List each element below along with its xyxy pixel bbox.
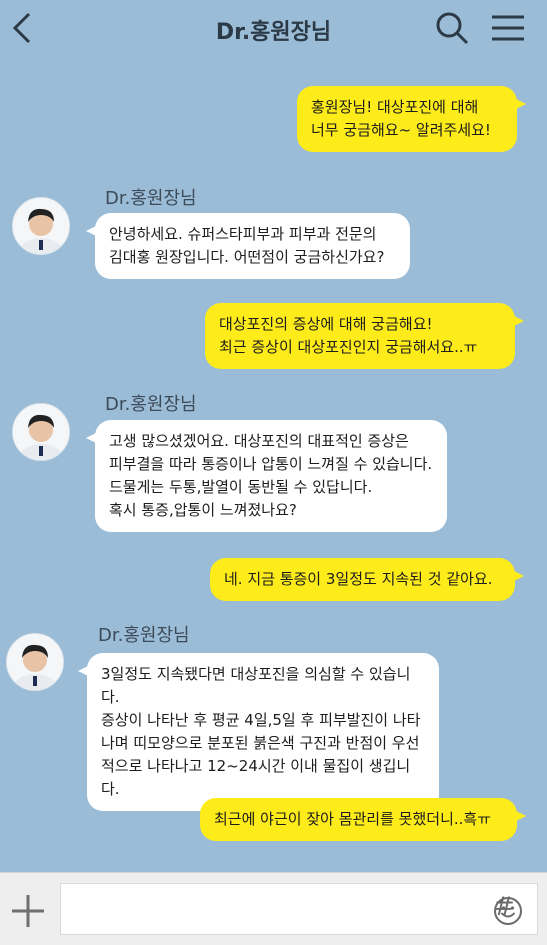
- avatar[interactable]: [6, 633, 64, 691]
- my-message: 홍원장님! 대상포진에 대해 너무 궁금해요~ 알려주세요!: [297, 86, 526, 152]
- doctor-message: 고생 많으셨겠어요. 대상포진의 대표적인 증상은 피부결을 따라 통증이나 압…: [86, 420, 447, 532]
- doctor-message: 3일정도 지속됐다면 대상포진을 의심할 수 있습니다. 증상이 나타난 후 평…: [78, 653, 439, 811]
- plus-icon: [12, 895, 44, 927]
- doctor-avatar-image: [13, 404, 69, 460]
- doctor-avatar-image: [13, 198, 69, 254]
- message-list[interactable]: 홍원장님! 대상포진에 대해 너무 궁금해요~ 알려주세요! Dr.홍원장님 안…: [0, 58, 547, 872]
- hashtag-button[interactable]: #: [493, 892, 515, 922]
- chat-header: Dr.홍원장님: [0, 0, 547, 58]
- my-message: 네. 지금 통증이 3일정도 지속된 것 같아요.: [210, 558, 524, 601]
- doctor-message: 안녕하세요. 슈퍼스타피부과 피부과 전문의 김대홍 원장입니다. 어떤점이 궁…: [86, 213, 410, 279]
- my-message: 대상포진의 증상에 대해 궁금해요! 최근 증상이 대상포진인지 궁금해서요..…: [205, 303, 524, 369]
- my-message: 최근에 야근이 잦아 몸관리를 못했더니..흑ㅠ: [200, 798, 526, 841]
- doctor-avatar-image: [7, 634, 63, 690]
- sender-name: Dr.홍원장님: [105, 394, 197, 415]
- sender-name: Dr.홍원장님: [98, 625, 190, 646]
- search-icon: [436, 12, 469, 45]
- search-button[interactable]: [432, 8, 472, 48]
- avatar[interactable]: [12, 197, 70, 255]
- sender-name: Dr.홍원장님: [105, 188, 197, 209]
- message-input[interactable]: #: [60, 883, 538, 935]
- avatar[interactable]: [12, 403, 70, 461]
- menu-button[interactable]: [488, 8, 528, 48]
- message-input-bar: #: [0, 872, 547, 945]
- attach-button[interactable]: [8, 891, 48, 931]
- hamburger-menu-icon: [492, 15, 524, 41]
